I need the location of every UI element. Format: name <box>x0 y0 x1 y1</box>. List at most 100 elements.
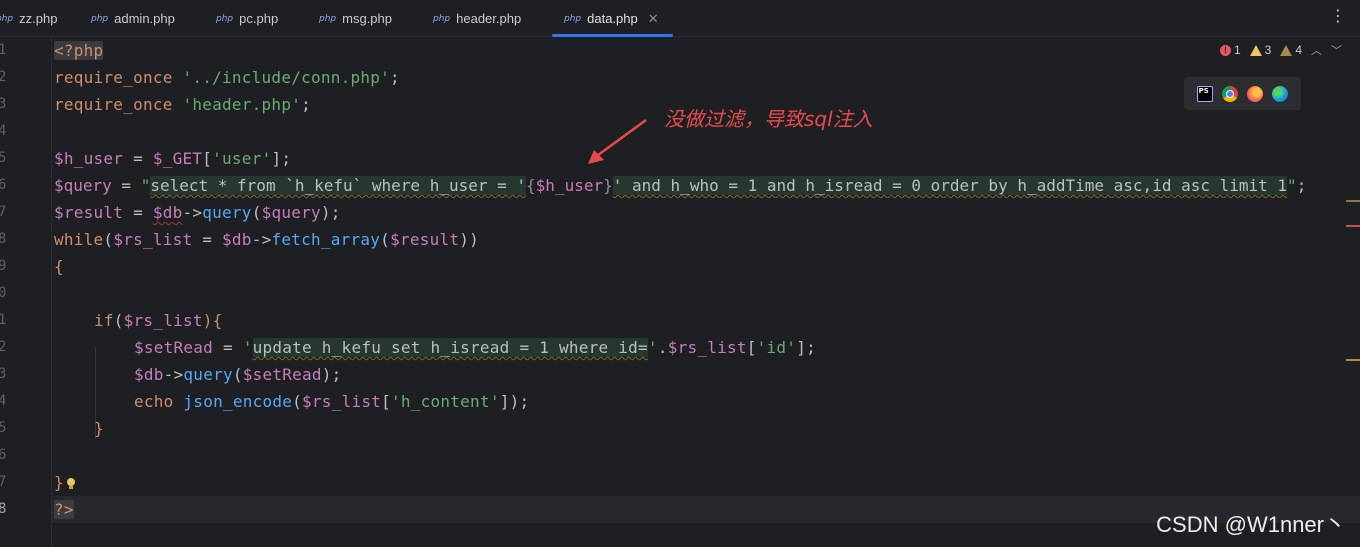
tab-header-php[interactable]: php header.php <box>433 0 521 37</box>
string-literal: 'h_content' <box>390 392 500 411</box>
punctuation: [ <box>746 338 757 357</box>
lightbulb-icon[interactable] <box>66 478 75 489</box>
tab-label: zz.php <box>19 11 58 26</box>
tab-msg-php[interactable]: php msg.php <box>319 0 392 37</box>
warning-icon <box>1249 44 1262 56</box>
punctuation: ); <box>320 203 341 222</box>
edge-icon[interactable] <box>1272 85 1289 102</box>
function-call: json_encode <box>183 392 293 411</box>
weak-warning-count-value: 4 <box>1295 43 1302 57</box>
sql-fragment: update h_kefu set h_isread = 1 where id= <box>252 338 648 357</box>
line-number: 8 <box>0 231 7 247</box>
error-icon: ! <box>1219 44 1231 56</box>
variable: $db <box>134 365 164 384</box>
line-number: 2 <box>0 69 7 85</box>
line-number: 4 <box>0 123 7 139</box>
punctuation: ); <box>321 365 342 384</box>
tab-label: msg.php <box>342 11 393 26</box>
php-file-icon: php <box>319 13 337 24</box>
string-quote: ' <box>242 338 253 357</box>
weak-warning-count[interactable]: 4 <box>1280 43 1302 57</box>
line-number: 3 <box>0 96 7 112</box>
variable: $query <box>261 203 321 222</box>
punctuation: )) <box>459 230 480 249</box>
more-tabs-icon[interactable]: ⋮ <box>1330 8 1346 24</box>
brace: } <box>94 419 104 438</box>
punctuation: ; <box>1296 176 1307 195</box>
keyword: while <box>54 230 104 249</box>
tab-pc-php[interactable]: php pc.php <box>216 0 278 37</box>
phpstorm-icon[interactable]: PS <box>1196 85 1213 102</box>
chevron-up-icon[interactable]: ︿ <box>1311 42 1322 58</box>
line-number: 9 <box>0 258 7 274</box>
tab-label: admin.php <box>114 11 175 26</box>
code-line: $h_user = $_GET['user']; <box>54 145 291 172</box>
string-quote: ' <box>647 338 658 357</box>
error-stripe[interactable] <box>1346 225 1360 227</box>
line-number: 6 <box>0 177 7 193</box>
string-literal: '../include/conn.php' <box>182 68 391 87</box>
punctuation: [ <box>381 392 391 411</box>
line-number: 1 <box>0 42 7 58</box>
interpolation-brace: { <box>526 176 536 195</box>
brace: { <box>54 257 64 276</box>
line-number: 5 <box>0 150 7 166</box>
close-tab-icon[interactable]: ✕ <box>648 11 659 27</box>
line-number: 7 <box>0 204 7 220</box>
variable: $query <box>54 176 112 195</box>
variable: $result <box>390 230 460 249</box>
code-line: if($rs_list){ <box>94 307 222 334</box>
punctuation: ( <box>103 230 114 249</box>
code-line: require_once 'header.php'; <box>54 91 311 118</box>
operator: = <box>111 176 141 195</box>
tab-admin-php[interactable]: php admin.php <box>91 0 175 37</box>
code-line: <?php <box>54 37 104 64</box>
operator: = <box>192 230 223 249</box>
error-count-value: 1 <box>1233 43 1241 57</box>
sql-fragment: select * from `h_kefu` where h_user = ' <box>150 176 527 195</box>
line-number: 1 <box>0 312 7 328</box>
string-literal: 'header.php' <box>182 95 302 114</box>
variable: $rs_list <box>302 392 382 411</box>
keyword: require_once <box>54 95 173 114</box>
editor-tab-bar: php zz.php php admin.php php pc.php php … <box>0 0 1360 37</box>
chevron-down-icon[interactable]: ﹀ <box>1331 42 1342 58</box>
sql-fragment: ' and h_who = 1 and h_isread = 0 order b… <box>612 176 1288 195</box>
line-number: 2 <box>0 339 7 355</box>
interpolation-brace: } <box>603 176 613 195</box>
punctuation: ( <box>380 230 391 249</box>
tab-data-php[interactable]: php data.php ✕ <box>552 0 673 37</box>
line-number: 4 <box>0 393 7 409</box>
punctuation: ){ <box>202 311 223 330</box>
punctuation: ( <box>251 203 262 222</box>
php-file-icon: php <box>564 13 582 24</box>
php-file-icon: php <box>433 13 451 24</box>
code-line: } <box>94 415 104 442</box>
browser-preview-bar: PS <box>1184 77 1301 110</box>
variable: $rs_list <box>667 338 747 357</box>
variable: $db <box>222 230 252 249</box>
punctuation: ; <box>390 68 400 87</box>
firefox-icon[interactable] <box>1247 85 1264 102</box>
code-line: $db->query($setRead); <box>134 361 342 388</box>
punctuation: ]; <box>271 149 292 168</box>
string-quote: " <box>140 176 151 195</box>
punctuation: ( <box>113 311 124 330</box>
inspection-widget[interactable]: ! 1 3 4 ︿ ﹀ <box>1219 42 1342 58</box>
operator: = <box>213 338 243 357</box>
code-line: } <box>54 469 75 496</box>
warning-count[interactable]: 3 <box>1249 43 1271 57</box>
method-call: fetch_array <box>271 230 381 249</box>
variable: $rs_list <box>123 311 203 330</box>
error-count[interactable]: ! 1 <box>1219 43 1241 57</box>
chrome-icon[interactable] <box>1221 85 1238 102</box>
code-line: ?> <box>54 496 74 523</box>
line-number: 5 <box>0 420 7 436</box>
code-line: $query = "select * from `h_kefu` where h… <box>54 172 1306 199</box>
php-close-tag: ?> <box>54 500 74 519</box>
warning-stripe[interactable] <box>1346 359 1360 361</box>
line-number: 0 <box>0 285 7 301</box>
warning-stripe[interactable] <box>1346 200 1360 202</box>
tab-zz-php[interactable]: php zz.php <box>0 0 57 37</box>
code-line: { <box>54 253 64 280</box>
